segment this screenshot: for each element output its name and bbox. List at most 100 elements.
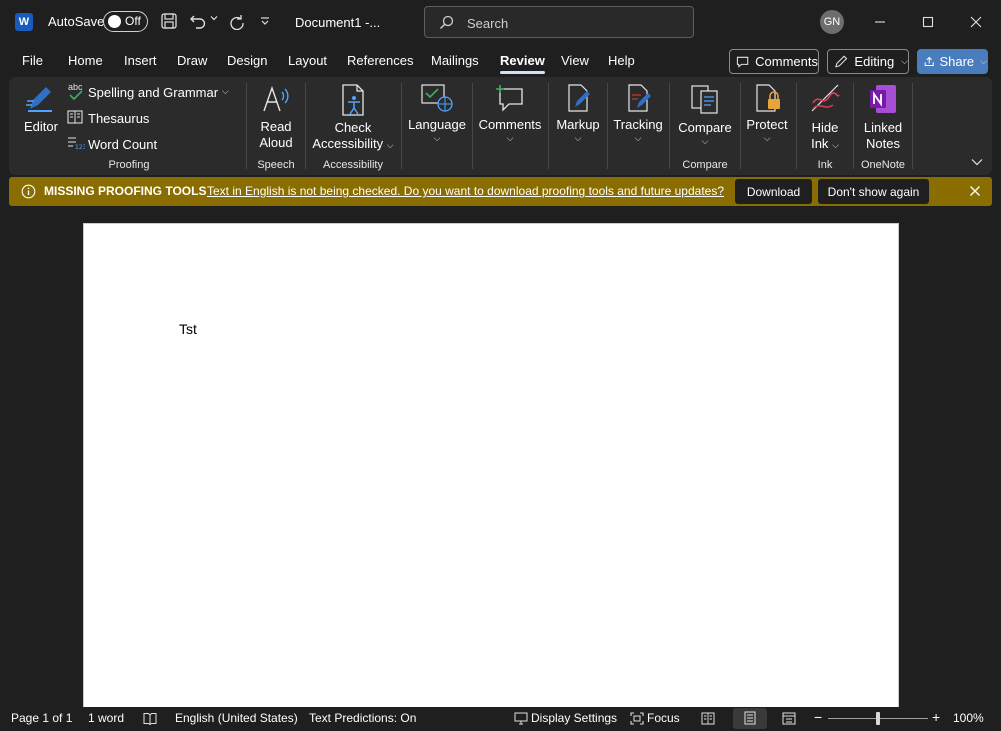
language-status[interactable]: English (United States) [175,711,298,725]
chevron-down-icon: ⌵ [763,133,771,143]
tab-home[interactable]: Home [68,53,103,68]
word-app-icon: W [15,13,33,31]
tab-mailings[interactable]: Mailings [431,53,479,68]
chevron-down-icon: ⌵ [901,56,908,66]
minimize-icon [875,21,885,23]
word-count-button[interactable]: 123 Word Count [67,134,187,154]
editing-label: Editing [854,54,895,69]
focus-button[interactable]: Focus [647,711,680,725]
chevron-down-icon: ⌵ [574,133,582,143]
protect-button[interactable]: Protect ⌵ [744,83,790,149]
markup-icon [568,84,590,112]
display-settings-button[interactable]: Display Settings [531,711,617,725]
tab-references[interactable]: References [347,53,413,68]
print-layout-icon [744,711,756,725]
undo-icon[interactable] [189,12,207,30]
tab-draw[interactable]: Draw [177,53,207,68]
zoom-in-button[interactable]: + [932,709,940,725]
editor-label: Editor [24,119,58,134]
share-icon [924,56,934,67]
editor-pen-icon [26,87,52,112]
markup-button[interactable]: Markup ⌵ [553,83,603,149]
document-page[interactable]: Tst [83,223,899,708]
comments-button[interactable]: Comments [729,49,819,74]
checkmark-icon [69,90,83,100]
share-button[interactable]: Share ⌵ [917,49,988,74]
tab-design[interactable]: Design [227,53,267,68]
share-label: Share [939,54,975,69]
spelling-label: Spelling and Grammar [88,85,219,100]
comments-button-label: Comments [755,54,818,69]
maximize-button[interactable] [913,8,943,36]
expand-ribbon-button[interactable] [971,157,983,167]
download-button[interactable]: Download [735,179,812,204]
tracking-button[interactable]: Tracking ⌵ [612,83,664,149]
text-predictions-status[interactable]: Text Predictions: On [309,711,416,725]
hide-ink-button[interactable]: Hide Ink ⌵ [803,83,847,151]
page-count[interactable]: Page 1 of 1 [11,711,72,725]
tab-review[interactable]: Review [500,53,545,74]
close-icon [970,186,980,196]
read-aloud-button[interactable]: Read Aloud [255,83,297,150]
ribbon-separator [796,83,797,169]
tab-file[interactable]: File [22,53,43,68]
search-box[interactable] [424,6,694,38]
linked-notes-button[interactable]: Linked Notes [859,83,907,151]
proofing-book-icon[interactable] [143,712,157,725]
chevron-down-icon [971,159,983,166]
dont-show-again-button[interactable]: Don't show again [818,179,929,204]
ribbon-separator [246,83,247,169]
compare-button[interactable]: Compare ⌵ [675,83,735,149]
search-input[interactable] [465,13,685,33]
ribbon-separator [853,83,854,169]
read-aloud-label-line1: Read [260,119,292,134]
thesaurus-button[interactable]: Thesaurus [67,108,187,128]
ribbon-separator [548,83,549,169]
dismiss-message-button[interactable] [969,185,981,197]
onenote-icon [870,85,896,113]
user-avatar[interactable]: GN [820,10,844,34]
word-count-status[interactable]: 1 word [88,711,124,725]
zoom-level[interactable]: 100% [953,711,984,725]
protect-lock-icon [756,84,780,112]
editor-button[interactable]: Editor [22,81,60,137]
document-title[interactable]: Document1 -... [295,15,380,30]
ribbon-panel: Editor abc Spelling and Grammar ⌵ Thesau… [9,77,992,175]
zoom-out-button[interactable]: − [814,709,822,725]
group-label-accessibility: Accessibility [323,159,383,171]
ribbon-separator [607,83,608,169]
thesaurus-label: Thesaurus [88,111,150,126]
zoom-slider-thumb[interactable] [876,712,880,725]
read-mode-icon[interactable] [701,712,715,725]
chevron-down-icon: ⌵ [506,133,514,143]
spelling-and-grammar-button[interactable]: abc Spelling and Grammar ⌵ [67,82,237,102]
check-accessibility-line1: Check [334,120,372,135]
language-button[interactable]: Language ⌵ [407,83,467,149]
toggle-knob [108,15,121,28]
editing-mode-button[interactable]: Editing ⌵ [827,49,909,74]
message-link[interactable]: Text in English is not being checked. Do… [207,184,724,198]
autosave-toggle[interactable]: Off [103,11,148,32]
save-icon[interactable] [160,12,178,30]
group-label-onenote: OneNote [860,159,906,171]
comments-ribbon-button[interactable]: Comments ⌵ [478,83,542,149]
tab-help[interactable]: Help [608,53,635,68]
comment-icon [736,56,749,68]
minimize-button[interactable] [865,8,895,36]
redo-icon[interactable] [228,12,246,30]
ribbon-separator [472,83,473,169]
check-accessibility-button[interactable]: Check Accessibility ⌵ [311,83,395,151]
tab-layout[interactable]: Layout [288,53,327,68]
read-aloud-label-line2: Aloud [259,135,293,150]
tab-insert[interactable]: Insert [124,53,157,68]
info-icon [21,184,36,199]
document-body-text[interactable]: Tst [179,321,197,337]
chevron-down-icon: ⌵ [634,133,642,143]
print-layout-button[interactable] [733,708,767,729]
tab-view[interactable]: View [561,53,589,68]
undo-dropdown-icon[interactable] [210,14,218,22]
customize-toolbar-icon[interactable] [259,15,271,27]
web-layout-icon[interactable] [782,712,796,725]
close-window-button[interactable] [961,8,991,36]
svg-text:123: 123 [75,144,85,150]
